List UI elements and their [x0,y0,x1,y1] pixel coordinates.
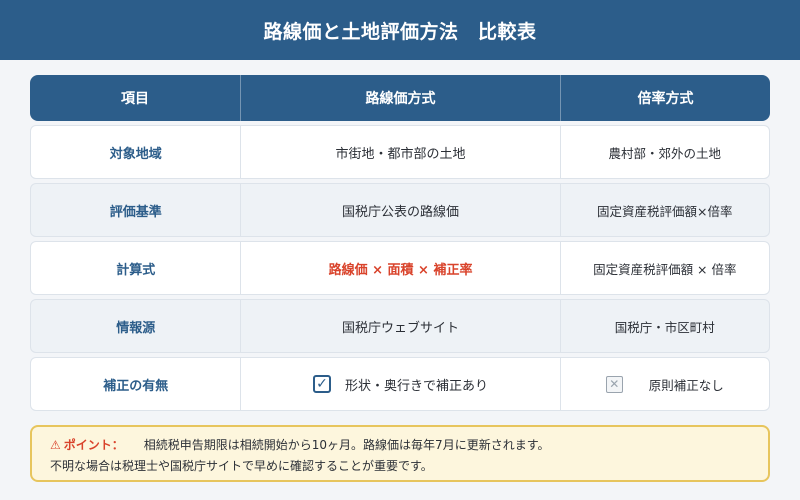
route-correction-text: 形状・奥行きで補正あり [345,378,489,394]
row-item-label: 情報源 [116,320,156,336]
warning-icon: ⚠ [50,438,61,452]
row-item-label: 評価基準 [109,204,162,220]
row-multiplier-value: 固定資産税評価額 × 倍率 [559,242,769,294]
multiplier-correction-text: 原則補正なし [648,377,724,393]
table-row: 補正の有無 ✓ 形状・奥行きで補正あり ✕ 原則補正なし [30,357,770,411]
table-row: 情報源 国税庁ウェブサイト 国税庁・市区町村 [30,299,770,353]
row-item-label: 補正の有無 [103,378,169,394]
note-line-1: ⚠ ポイント： 相続税申告期限は相続開始から10ヶ月。路線価は毎年7月に更新されます… [50,435,750,456]
table-row: 対象地域 市街地・都市部の土地 農村部・郊外の土地 [30,125,770,179]
point-note: ⚠ ポイント： 相続税申告期限は相続開始から10ヶ月。路線価は毎年7月に更新されます… [30,425,770,482]
row-route-value: 国税庁ウェブサイト [240,300,559,352]
header-route-method: 路線価方式 [240,75,560,121]
row-item-label: 計算式 [116,262,156,278]
checkbox-checked-icon: ✓ [313,375,331,393]
note-label: ⚠ ポイント： [50,438,124,452]
row-multiplier-value: 固定資産税評価額×倍率 [559,184,769,236]
note-label-text: ポイント： [63,438,124,452]
table-row: 評価基準 国税庁公表の路線価 固定資産税評価額×倍率 [30,183,770,237]
table-row: 計算式 路線価 × 面積 × 補正率 固定資産税評価額 × 倍率 [30,241,770,295]
table-header: 項目 路線価方式 倍率方式 [30,75,770,121]
row-route-value: ✓ 形状・奥行きで補正あり [240,358,559,410]
row-multiplier-value: 農村部・郊外の土地 [559,126,769,178]
row-multiplier-value: 国税庁・市区町村 [559,300,769,352]
header-item: 項目 [121,91,149,107]
row-item-label: 対象地域 [109,146,162,162]
header-bar: 路線価と土地評価方法 比較表 [0,0,800,60]
page-title: 路線価と土地評価方法 比較表 [263,20,537,43]
row-multiplier-value: ✕ 原則補正なし [559,358,769,410]
checkbox-crossed-icon: ✕ [605,375,623,393]
note-line-2: 不明な場合は税理士や国税庁サイトで早めに確認することが重要です。 [50,459,433,473]
comparison-table: 項目 路線価方式 倍率方式 対象地域 市街地・都市部の土地 農村部・郊外の土地 … [30,75,770,411]
row-route-value: 国税庁公表の路線価 [240,184,559,236]
row-route-value: 市街地・都市部の土地 [240,126,559,178]
header-multiplier-method: 倍率方式 [560,75,770,121]
row-route-formula: 路線価 × 面積 × 補正率 [240,242,559,294]
note-text-1: 相続税申告期限は相続開始から10ヶ月。路線価は毎年7月に更新されます。 [143,438,550,452]
